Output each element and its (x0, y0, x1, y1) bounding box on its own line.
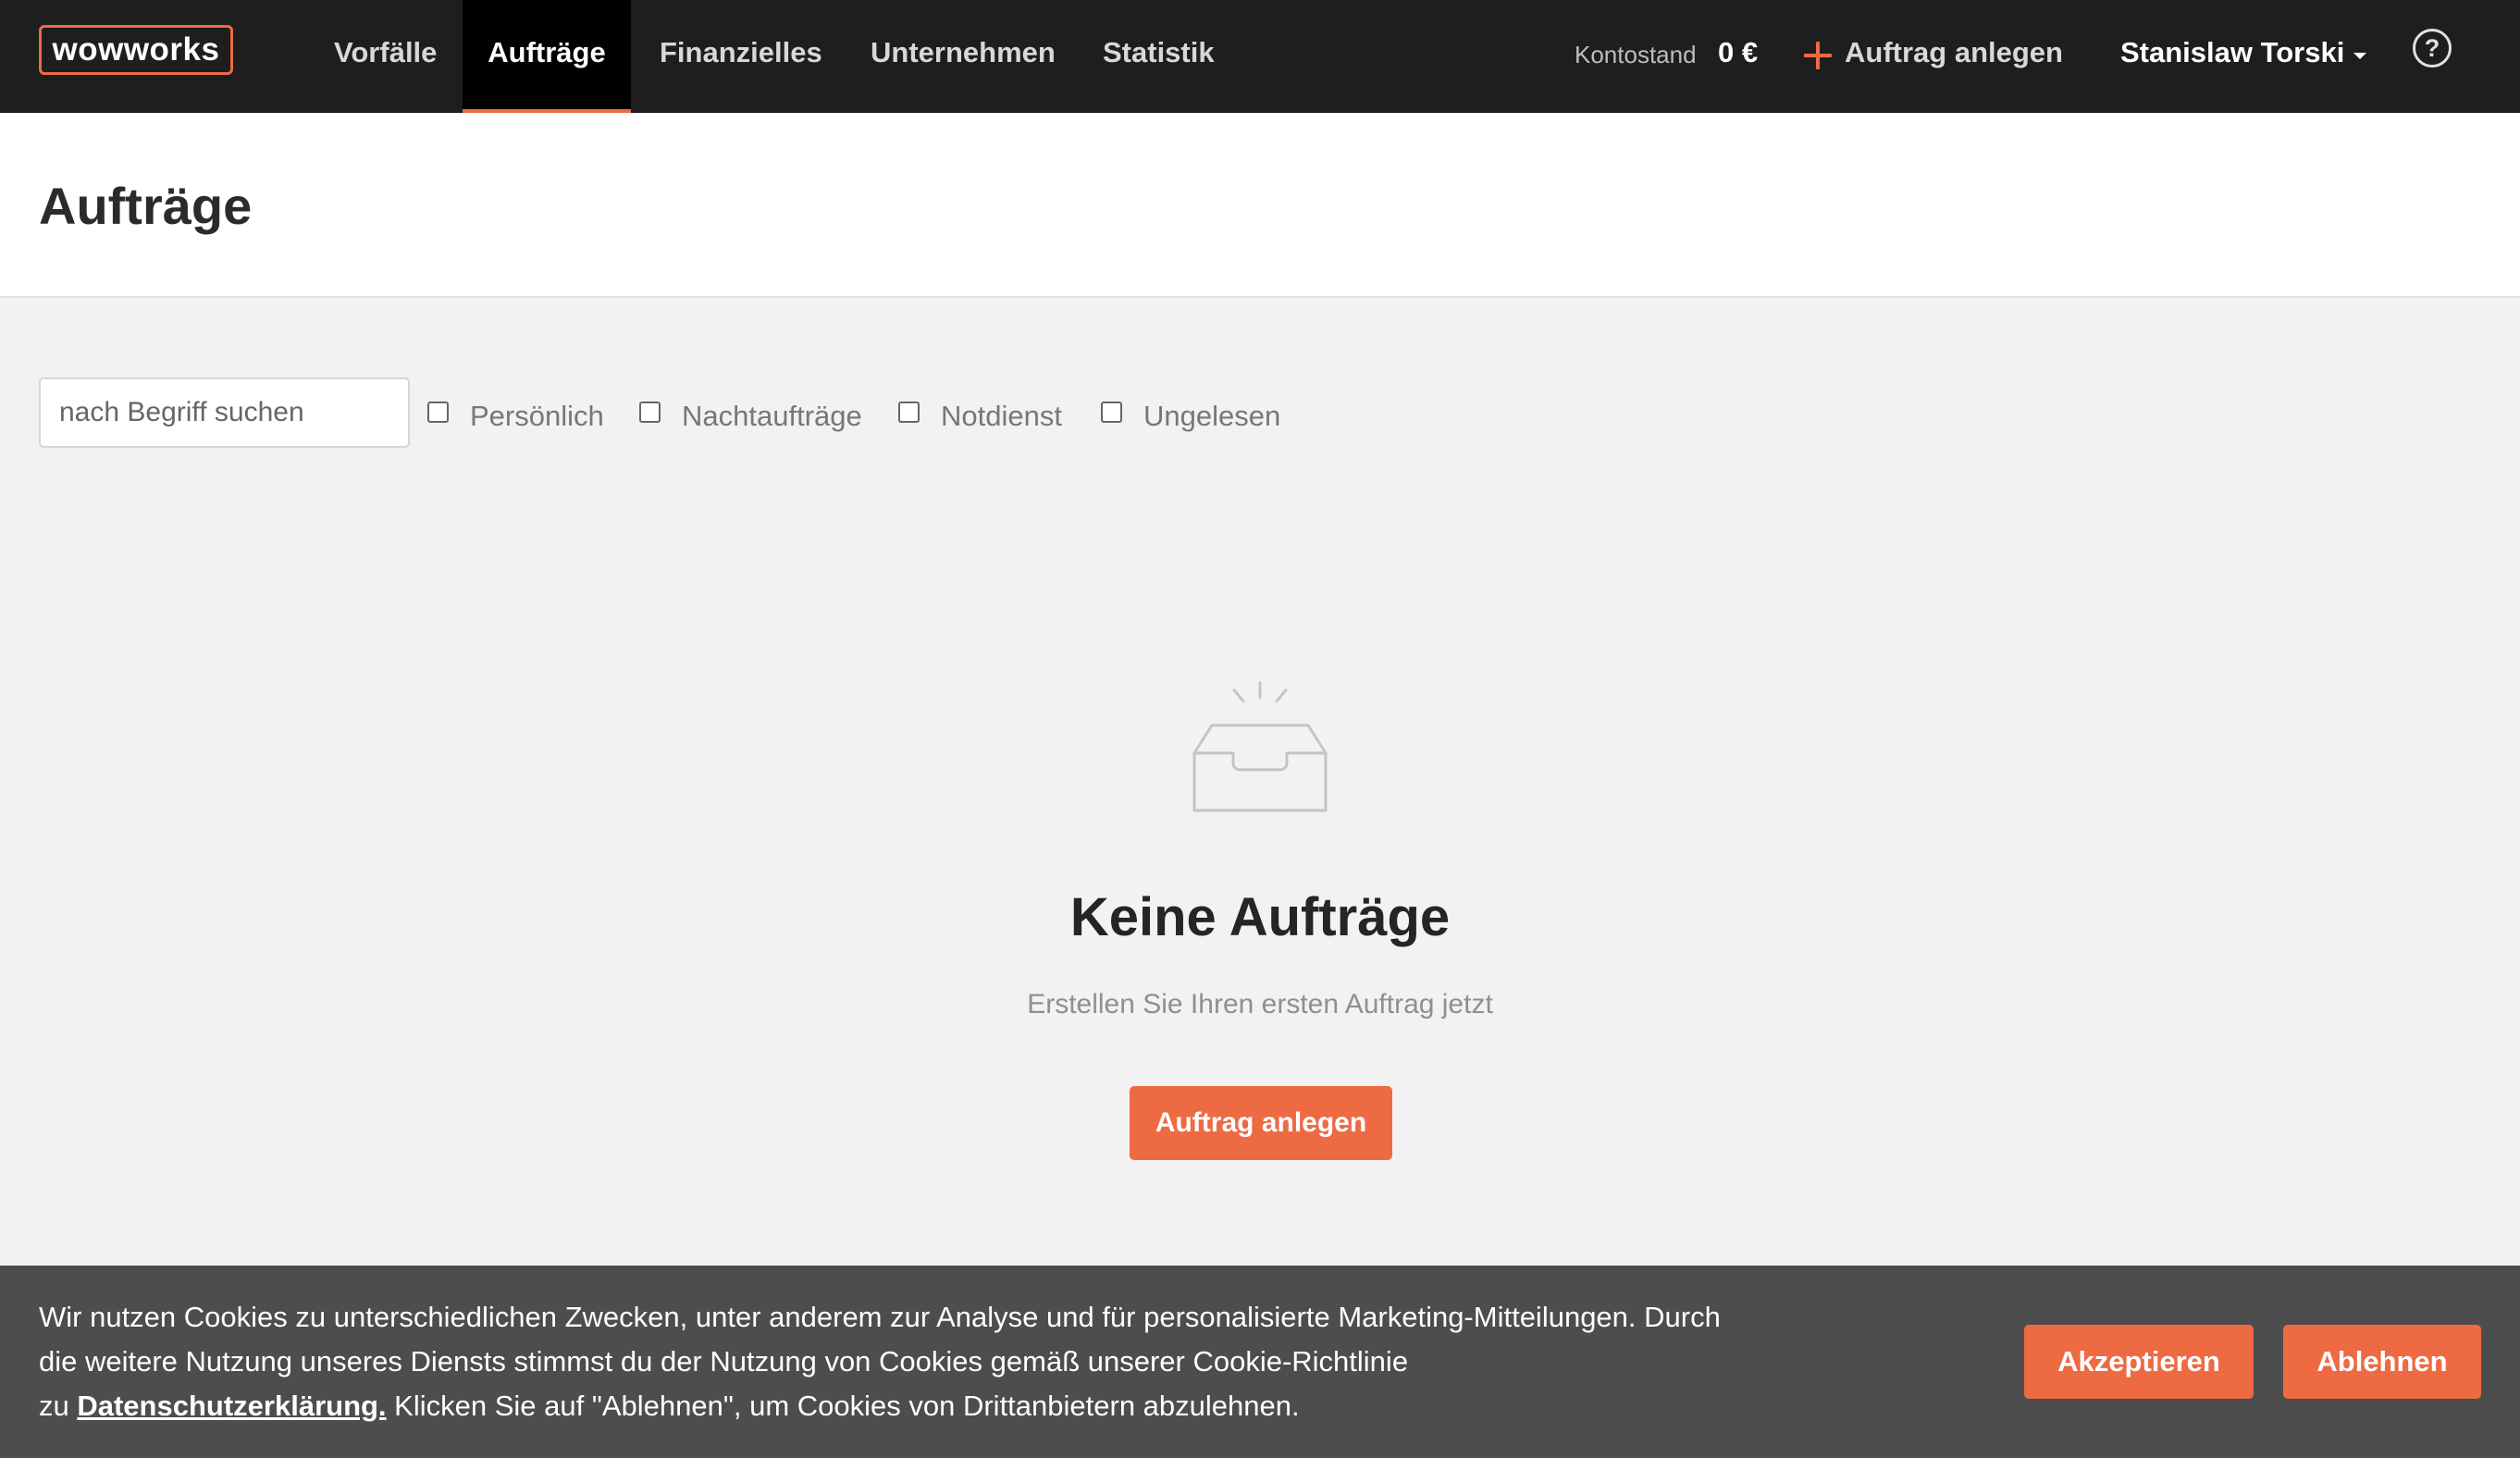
filter-label: Nachtaufträge (682, 400, 862, 432)
cookie-text: Wir nutzen Cookies zu unterschiedlichen … (39, 1295, 1797, 1428)
filter-notdienst[interactable]: Notdienst (898, 389, 1083, 444)
filter-label: Notdienst (941, 400, 1062, 432)
cookie-text-prefix: zu (39, 1390, 78, 1422)
checkbox[interactable] (1101, 402, 1122, 423)
user-menu[interactable]: Stanislaw Torski (2120, 0, 2367, 105)
privacy-policy-link[interactable]: Datenschutzerklärung. (77, 1390, 386, 1422)
empty-state-subtitle: Erstellen Sie Ihren ersten Auftrag jetzt (1027, 989, 1493, 1019)
nav-item-statistik[interactable]: Statistik (1103, 0, 1215, 113)
cookie-text-line-2: die weitere Nutzung unseres Diensts stim… (39, 1345, 1409, 1378)
filter-ungelesen[interactable]: Ungelesen (1101, 389, 1286, 444)
filter-label: Persönlich (470, 400, 604, 432)
balance-value: 0 € (1718, 36, 1759, 68)
checkbox[interactable] (639, 402, 661, 423)
filter-label: Ungelesen (1143, 400, 1281, 432)
empty-inbox-icon (1192, 681, 1328, 812)
checkbox[interactable] (427, 402, 449, 423)
cookie-text-line-1: Wir nutzen Cookies zu unterschiedlichen … (39, 1301, 1721, 1333)
cookie-text-suffix: Klicken Sie auf "Ablehnen", um Cookies v… (386, 1390, 1300, 1422)
create-order-button[interactable]: Auftrag anlegen (1130, 1086, 1392, 1160)
wowworks-logo[interactable]: wowworks (39, 25, 233, 75)
top-navigation-bar: wowworks Vorfälle Aufträge Finanzielles … (0, 0, 2520, 113)
accept-cookies-button[interactable]: Akzeptieren (2024, 1325, 2254, 1399)
nav-item-unternehmen[interactable]: Unternehmen (871, 0, 1056, 113)
plus-icon (1804, 41, 1832, 69)
filter-persoenlich[interactable]: Persönlich (427, 389, 612, 444)
cookie-banner: Wir nutzen Cookies zu unterschiedlichen … (0, 1266, 2520, 1458)
balance-label: Kontostand (1575, 41, 1697, 68)
search-input[interactable] (39, 377, 410, 448)
decline-cookies-button[interactable]: Ablehnen (2283, 1325, 2481, 1399)
nav-item-vorfaelle[interactable]: Vorfälle (334, 0, 437, 113)
user-name: Stanislaw Torski (2120, 36, 2345, 68)
caret-down-icon (2353, 53, 2367, 60)
nav-item-auftraege[interactable]: Aufträge (463, 0, 631, 113)
empty-state-title: Keine Aufträge (1069, 887, 1451, 947)
filter-nachtauftraege[interactable]: Nachtaufträge (639, 389, 871, 444)
checkbox[interactable] (898, 402, 920, 423)
create-order-label: Auftrag anlegen (1845, 36, 2063, 68)
create-order-link[interactable]: Auftrag anlegen (1804, 0, 2063, 105)
nav-item-finanzielles[interactable]: Finanzielles (660, 0, 822, 113)
cookie-text-line-3: zu Datenschutzerklärung. Klicken Sie auf… (39, 1384, 1797, 1428)
help-circle-icon[interactable]: ? (2413, 29, 2452, 68)
page-header: Aufträge (0, 113, 2520, 298)
page-title: Aufträge (39, 177, 253, 235)
